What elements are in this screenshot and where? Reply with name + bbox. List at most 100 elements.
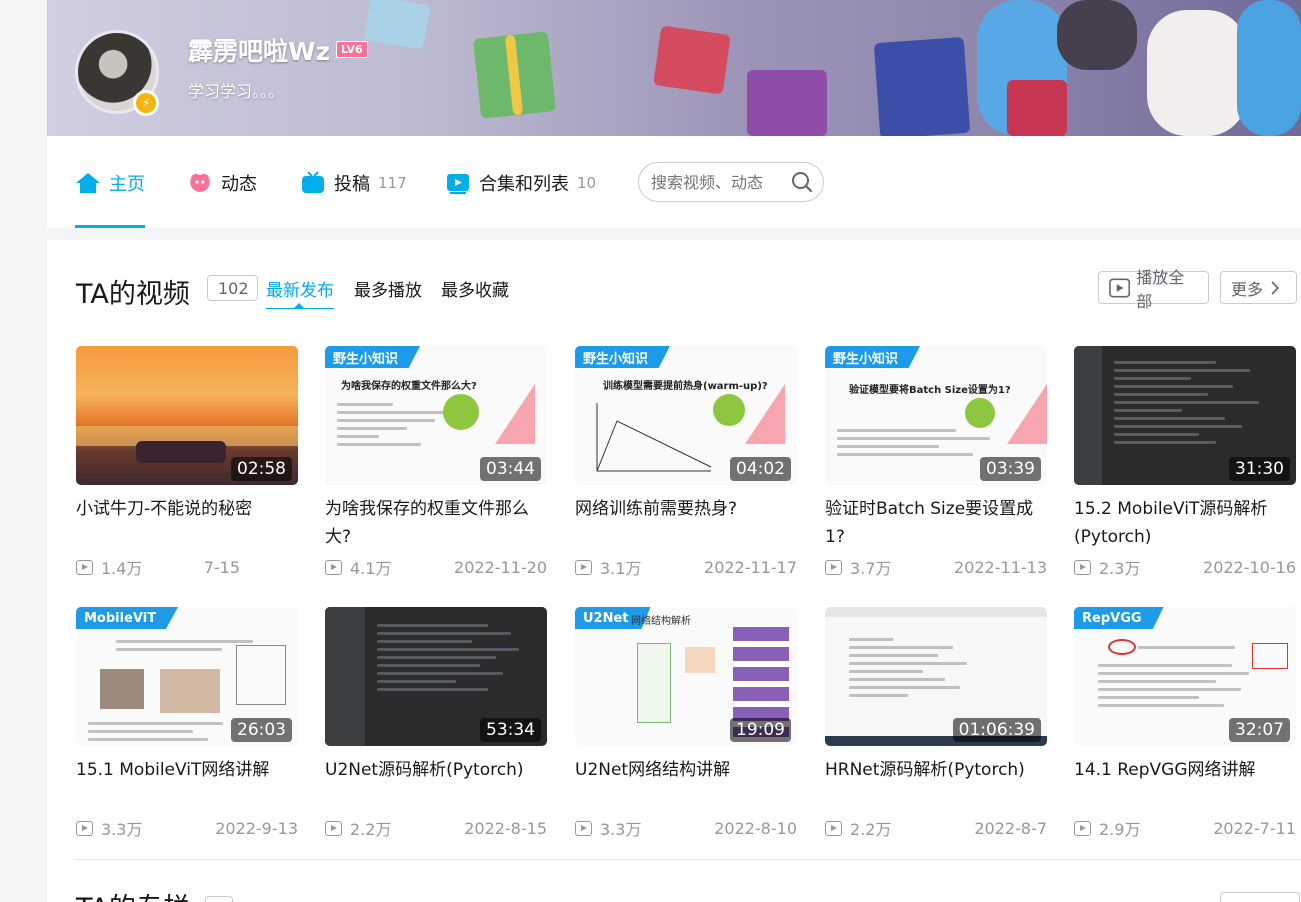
tab-home-label: 主页 [109,174,145,195]
tab-collections[interactable]: 合集和列表 10 [445,170,596,196]
thumbnail-tag: 野生小知识 [575,346,671,368]
play-count-icon [76,559,93,575]
column-more-button[interactable] [1220,892,1300,902]
play-count: 2.9万 [1099,820,1141,839]
publish-date: 2022-8-15 [464,818,547,838]
column-count-badge [205,896,233,902]
sort-caret-icon [294,303,304,308]
video-thumbnail[interactable]: 01:06:39 [825,607,1047,746]
thumbnail-caption: 为啥我保存的权重文件那么大? [341,381,477,392]
video-title[interactable]: HRNet源码解析(Pytorch) [825,756,1047,812]
thumbnail-tag: 野生小知识 [325,346,421,368]
video-card[interactable]: 野生小知识 训练模型需要提前热身(warm-up)? 04:02 网络训练前需要… [575,346,797,579]
thumbnail-tag: MobileViT [76,607,179,629]
video-meta: 2.2万 2022-8-15 [325,816,547,840]
video-card[interactable]: 31:30 15.2 MobileViT源码解析(Pytorch) 2.3万 20… [1074,346,1296,579]
profile-banner [47,0,1301,136]
tv-icon [302,171,324,193]
play-count: 3.7万 [850,559,892,578]
play-count: 1.4万 [101,559,143,578]
video-title[interactable]: 14.1 RepVGG网络讲解 [1074,756,1296,812]
video-thumbnail[interactable]: 02:58 [76,346,298,485]
tab-uploads-count: 117 [378,174,407,192]
sort-most-favorited[interactable]: 最多收藏 [441,276,509,301]
space-search[interactable] [638,162,824,202]
play-all-label: 播放全部 [1136,267,1185,311]
video-meta: 4.1万 2022-11-20 [325,555,547,579]
video-duration: 04:02 [730,457,791,481]
video-thumbnail[interactable]: 野生小知识 验证模型要将Batch Size设置为1? 03:39 [825,346,1047,485]
video-title[interactable]: 小试牛刀-不能说的秘密 [76,495,298,551]
video-thumbnail[interactable]: 野生小知识 训练模型需要提前热身(warm-up)? 04:02 [575,346,797,485]
video-duration: 31:30 [1229,457,1290,481]
video-duration: 19:09 [730,718,791,742]
sort-indicator [266,308,334,309]
video-duration: 26:03 [231,718,292,742]
thumbnail-caption: 网络结构解析 [631,616,691,627]
publish-date: 2022-9-13 [215,818,298,838]
search-icon[interactable] [791,171,813,193]
video-card[interactable]: MobileViT 26:03 15.1 MobileViT网络讲解 3.3万 2… [76,607,298,840]
video-card[interactable]: 02:58 小试牛刀-不能说的秘密 1.4万 7-15 [76,346,298,579]
publish-date: 2022-8-10 [714,818,797,838]
play-count-icon [76,820,93,836]
space-nav: 主页 动态 投稿 117 合集和列表 10 [47,136,1301,228]
tab-collections-count: 10 [577,174,597,192]
tab-home[interactable]: 主页 [75,170,145,196]
play-count-icon [325,820,342,836]
publish-date: 2022-10-16 [1203,557,1296,577]
active-tab-indicator [75,225,145,228]
search-input[interactable] [651,172,781,192]
play-icon [1109,278,1131,297]
video-card[interactable]: 01:06:39 HRNet源码解析(Pytorch) 2.2万 2022-8-7 [825,607,1047,840]
video-thumbnail[interactable]: MobileViT 26:03 [76,607,298,746]
column-section-title: TA的专栏 [76,886,190,902]
tab-dynamic[interactable]: 动态 [187,170,257,196]
video-title[interactable]: U2Net网络结构讲解 [575,756,797,812]
video-thumbnail[interactable]: U2Net 网络结构解析 19:09 [575,607,797,746]
video-meta: 3.7万 2022-11-13 [825,555,1047,579]
video-duration: 32:07 [1229,718,1290,742]
tab-uploads[interactable]: 投稿 117 [300,170,407,196]
space-page: ⚡ 霹雳吧啦Wz LV6 学习学习。。。 主页 动态 投稿 117 合集和列表 … [0,0,1301,902]
video-title[interactable]: 验证时Batch Size要设置成1? [825,495,1047,551]
thumbnail-caption: 训练模型需要提前热身(warm-up)? [603,381,768,392]
video-title[interactable]: 15.2 MobileViT源码解析(Pytorch) [1074,495,1296,551]
video-card[interactable]: 53:34 U2Net源码解析(Pytorch) 2.2万 2022-8-15 [325,607,547,840]
video-title[interactable]: 为啥我保存的权重文件那么大? [325,495,547,551]
play-count: 3.1万 [600,559,642,578]
sort-most-played[interactable]: 最多播放 [354,276,422,301]
video-thumbnail[interactable]: RepVGG 32:07 [1074,607,1296,746]
video-card[interactable]: 野生小知识 为啥我保存的权重文件那么大? 03:44 为啥我保存的权重文件那么大… [325,346,547,579]
sort-newest[interactable]: 最新发布 [266,276,334,301]
video-thumbnail[interactable]: 31:30 [1074,346,1296,485]
more-button[interactable]: 更多 [1220,271,1297,304]
play-all-button[interactable]: 播放全部 [1098,268,1209,311]
chevron-right-icon [1271,280,1280,295]
play-count: 3.3万 [600,820,642,839]
videos-panel: TA的视频 102 最新发布 最多播放 最多收藏 播放全部 更多 02:58 小… [47,240,1301,902]
play-count: 4.1万 [350,559,392,578]
video-card[interactable]: U2Net 网络结构解析 19:09 U2Net网络结构讲解 3.3万 2022-… [575,607,797,840]
play-count-icon [575,820,592,836]
video-meta: 3.3万 2022-8-10 [575,816,797,840]
video-title[interactable]: U2Net源码解析(Pytorch) [325,756,547,812]
user-sign: 学习学习。。。 [188,82,285,101]
collection-icon [447,174,469,194]
play-count: 2.2万 [850,820,892,839]
play-count-icon [1074,820,1091,836]
username[interactable]: 霹雳吧啦Wz [188,32,330,68]
video-title[interactable]: 15.1 MobileViT网络讲解 [76,756,298,812]
video-thumbnail[interactable]: 53:34 [325,607,547,746]
tab-dynamic-label: 动态 [221,174,257,195]
play-count: 3.3万 [101,820,143,839]
thumbnail-tag: RepVGG [1074,607,1164,629]
video-meta: 2.9万 2022-7-11 [1074,816,1296,840]
video-meta: 3.3万 2022-9-13 [76,816,298,840]
video-duration: 03:44 [480,457,541,481]
video-card[interactable]: 野生小知识 验证模型要将Batch Size设置为1? 03:39 验证时Bat… [825,346,1047,579]
video-card[interactable]: RepVGG 32:07 14.1 RepVGG网络讲解 2.9万 2022-7-… [1074,607,1296,840]
video-thumbnail[interactable]: 野生小知识 为啥我保存的权重文件那么大? 03:44 [325,346,547,485]
video-title[interactable]: 网络训练前需要热身? [575,495,797,551]
level-badge: LV6 [336,41,368,58]
